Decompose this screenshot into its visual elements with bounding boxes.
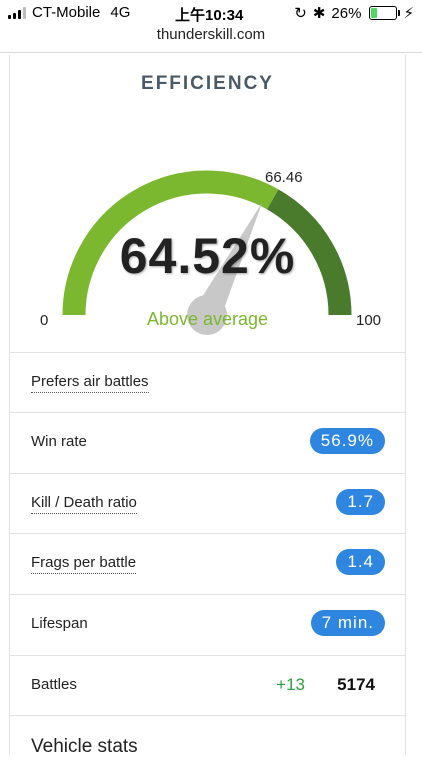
frags-badge: 1.4	[336, 549, 385, 575]
carrier-name: CT-Mobile	[32, 4, 101, 21]
kd-badge: 1.7	[336, 489, 385, 515]
efficiency-value: 64.52%	[119, 228, 296, 284]
status-right: ↻ ✱ 26% ⚡	[294, 4, 414, 23]
signal-icon	[8, 6, 26, 19]
prefers-label[interactable]: Prefers air battles	[31, 373, 149, 393]
battery-percent: 26%	[331, 4, 362, 22]
lifespan-label: Lifespan	[31, 615, 88, 632]
prefers-row[interactable]: Prefers air battles	[10, 352, 405, 413]
lifespan-row: Lifespan 7 min.	[10, 594, 405, 655]
status-left: CT-Mobile 4G	[8, 4, 130, 21]
efficiency-title: EFFICIENCY	[141, 73, 274, 94]
charging-icon: ⚡	[403, 5, 414, 22]
status-time: 上午10:34	[175, 7, 244, 24]
url-bar[interactable]: thunderskill.com	[0, 26, 422, 52]
url-divider	[0, 52, 422, 53]
win-rate-row: Win rate 56.9%	[10, 412, 405, 473]
kd-row[interactable]: Kill / Death ratio 1.7	[10, 473, 405, 534]
bluetooth-icon: ✱	[312, 5, 326, 22]
frags-label[interactable]: Frags per battle	[31, 554, 137, 574]
network-type: 4G	[110, 4, 131, 21]
win-rate-badge: 56.9%	[309, 428, 385, 454]
vehicle-stats-title[interactable]: Vehicle stats	[31, 736, 138, 758]
orientation-lock-icon: ↻	[294, 5, 307, 22]
efficiency-rating: Above average	[146, 309, 269, 329]
frags-row[interactable]: Frags per battle 1.4	[10, 533, 405, 594]
battles-label: Battles	[31, 676, 77, 693]
battery-icon	[369, 6, 401, 20]
efficiency-card: EFFICIENCY 0 100 66.46 64.52% Above aver…	[9, 55, 406, 757]
kd-label[interactable]: Kill / Death ratio	[31, 494, 137, 514]
battles-delta: +13	[276, 675, 305, 694]
vehicle-stats-row[interactable]: Vehicle stats	[10, 715, 405, 776]
battles-value: 5174	[337, 675, 375, 694]
gauge-average-label: 66.46	[265, 169, 303, 186]
lifespan-badge: 7 min.	[310, 610, 385, 636]
battles-row: Battles +13 5174	[10, 655, 405, 716]
win-rate-label: Win rate	[31, 433, 87, 450]
status-bar: CT-Mobile 4G 上午10:34 ↻ ✱ 26% ⚡	[0, 0, 422, 26]
